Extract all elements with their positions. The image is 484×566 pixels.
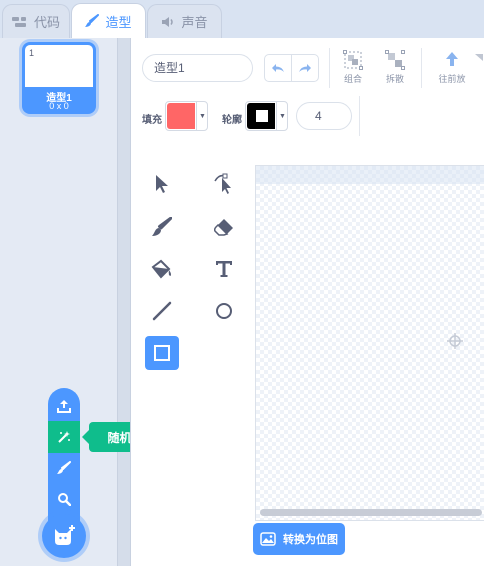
fill-color-picker[interactable]: ▼ [165,101,208,131]
backward-button[interactable] [475,52,483,70]
eraser-tool[interactable] [207,210,241,244]
select-tool[interactable] [145,167,179,201]
select-icon [156,175,168,193]
ungroup-icon [385,50,405,70]
rectangle-tool[interactable] [145,336,179,370]
costume-item-size: 0 x 0 [49,101,69,111]
group-button[interactable]: 组合 [338,50,368,85]
costume-name-input[interactable]: 造型1 [142,54,253,82]
redo-icon [299,64,311,72]
rotation-center-marker [447,333,463,354]
undo-icon [272,64,284,72]
surprise-icon [58,431,70,443]
search-icon [58,493,71,506]
outline-label: 轮廓 [222,115,242,126]
tab-code[interactable]: 代码 [2,4,70,38]
fill-color-swatch [167,103,195,129]
costume-item-1[interactable]: 1 造型1 0 x 0 [22,42,96,114]
toolbar-divider [329,48,330,88]
reshape-icon [214,173,231,194]
undo-button[interactable] [264,54,292,82]
fill-caret-icon: ▼ [196,102,208,130]
surprise-costume-button[interactable] [48,421,80,453]
backward-icon [475,54,483,61]
paintbrush-icon [85,14,100,27]
line-tool[interactable] [145,294,179,328]
outline-caret-icon: ▼ [276,102,288,130]
eraser-icon [214,219,233,236]
circle-tool[interactable] [207,294,241,328]
brush-icon [152,217,172,236]
brush-tool[interactable] [145,210,179,244]
toolbar-divider-3 [359,96,360,136]
crosshair-icon [447,333,463,349]
circle-icon [216,303,232,319]
text-icon [216,261,232,277]
outline-color-swatch [247,103,275,129]
search-costume-button[interactable] [48,483,80,515]
upload-icon [57,400,71,413]
costume-thumbnail: 1 [25,45,93,87]
forward-button[interactable]: 往前放 [437,50,467,85]
outline-color-picker[interactable]: ▼ [245,101,288,131]
group-icon [343,50,363,70]
surprise-tooltip-label: 随机 [107,430,132,445]
rectangle-icon [154,345,170,361]
convert-to-bitmap-button[interactable]: 转换为位图 [253,523,345,555]
fill-label: 填充 [142,115,162,126]
line-icon [152,301,172,321]
tab-code-label: 代码 [33,15,60,30]
add-costume-menu [48,388,80,530]
fill-icon [151,259,171,279]
tab-costumes-label: 造型 [105,14,132,30]
code-blocks-icon [11,16,26,27]
paint-costume-button[interactable] [48,452,80,484]
forward-icon [446,52,458,66]
tab-sounds[interactable]: 声音 [147,4,222,38]
costume-list-scroll-strip [117,38,130,566]
group-label: 组合 [343,74,362,84]
tab-sounds-label: 声音 [181,15,208,30]
toolbar-divider-2 [421,48,422,88]
choose-costume-button[interactable] [42,514,86,558]
ungroup-button[interactable]: 拆散 [380,50,410,85]
tab-costumes[interactable]: 造型 [71,3,146,38]
bitmap-icon [260,532,276,546]
reshape-tool[interactable] [207,167,241,201]
forward-label: 往前放 [438,74,466,84]
upload-costume-button[interactable] [48,390,80,422]
convert-to-bitmap-label: 转换为位图 [283,534,338,546]
text-tool[interactable] [207,252,241,286]
canvas-top-band [256,166,484,184]
ungroup-label: 拆散 [385,74,404,84]
paint-icon [57,461,71,474]
outline-width-input[interactable]: 4 [296,102,352,130]
redo-button[interactable] [291,54,319,82]
speaker-icon [162,16,174,27]
canvas-horizontal-scrollbar[interactable] [260,509,482,516]
cat-add-icon [55,525,75,545]
fill-tool[interactable] [145,252,179,286]
costume-number: 1 [29,48,35,58]
